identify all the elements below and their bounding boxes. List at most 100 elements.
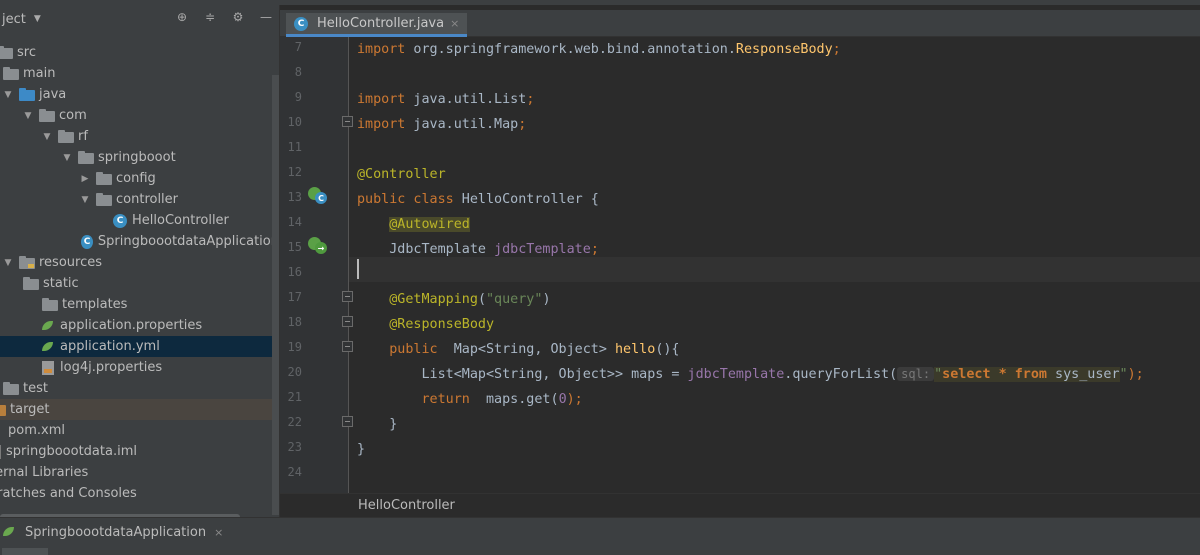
tree-item-label: templates <box>62 297 128 312</box>
properties-file-icon <box>42 360 54 375</box>
maven-file-icon <box>0 424 3 438</box>
code-line-15: JdbcTemplate jdbcTemplate; <box>389 242 599 257</box>
tree-item-label: springboootdata.iml <box>6 444 137 459</box>
tree-item-label: target <box>10 402 50 417</box>
code-line-9: import java.util.List; <box>357 92 535 107</box>
tree-item[interactable]: templates <box>0 294 279 315</box>
line-number: 9 <box>294 90 302 104</box>
code-line-20: List<Map<String, Object>> maps = jdbcTem… <box>421 367 1144 382</box>
tree-item[interactable]: ▼ springbooot <box>0 147 279 168</box>
line-number: 23 <box>287 440 302 454</box>
line-number: 7 <box>294 40 302 54</box>
autowired-navigate-gutter-icon[interactable]: → <box>308 237 328 255</box>
fold-marker-icon[interactable] <box>342 316 353 327</box>
module-file-icon <box>0 444 1 459</box>
collapse-arrow-icon[interactable]: ▶ <box>80 174 90 184</box>
line-number: 16 <box>287 265 302 279</box>
tree-item-label: java <box>39 87 67 102</box>
tree-item[interactable]: ▼ controller <box>0 189 279 210</box>
tree-item[interactable]: ▼ com <box>0 105 279 126</box>
source-folder-icon <box>19 87 35 101</box>
expand-arrow-icon[interactable]: ▼ <box>23 111 33 121</box>
line-number: 21 <box>287 390 302 404</box>
tree-item[interactable]: log4j.properties <box>0 357 279 378</box>
tree-item-label: controller <box>116 192 179 207</box>
code-line-7: import org.springframework.web.bind.anno… <box>357 42 841 57</box>
line-number: 22 <box>287 415 302 429</box>
run-subtab[interactable] <box>2 548 48 555</box>
fold-marker-icon[interactable] <box>342 341 353 352</box>
run-subtab[interactable] <box>58 548 104 555</box>
tree-item[interactable]: ternal Libraries <box>0 462 279 483</box>
line-number: 8 <box>294 65 302 79</box>
vertical-scrollbar[interactable] <box>272 75 279 515</box>
spring-bean-gutter-icon[interactable]: C <box>308 187 328 205</box>
tree-item[interactable]: ▼ resources <box>0 252 279 273</box>
tree-item[interactable]: ▼ rf <box>0 126 279 147</box>
tree-item[interactable]: springboootdata.iml <box>0 441 279 462</box>
tree-item[interactable]: ▶ config <box>0 168 279 189</box>
project-panel-header: ject ▼ ⊕ ≑ ⚙ — <box>0 5 279 33</box>
tree-item[interactable]: ▼ java <box>0 84 279 105</box>
project-tree: src main ▼ java ▼ com ▼ rf ▼ springbooot ▶ config ▼ c… <box>0 42 279 504</box>
minimize-icon[interactable]: — <box>259 10 273 24</box>
close-icon[interactable]: × <box>214 526 223 539</box>
tab-hellocontroller[interactable]: C HelloController.java × <box>286 13 468 37</box>
folder-icon <box>39 108 55 122</box>
folder-icon <box>96 171 112 185</box>
locate-target-icon[interactable]: ⊕ <box>175 10 189 24</box>
line-number: 19 <box>287 340 302 354</box>
folder-icon <box>96 192 112 206</box>
tree-item[interactable]: C HelloController <box>0 210 279 231</box>
tree-item[interactable]: C SpringboootdataApplication <box>0 231 279 252</box>
gear-icon[interactable]: ⚙ <box>231 10 245 24</box>
tree-item[interactable]: target <box>0 399 279 420</box>
spring-boot-class-icon: C <box>81 234 93 249</box>
close-icon[interactable]: × <box>450 17 459 30</box>
run-panel: SpringboootdataApplication × <box>0 517 1200 555</box>
tree-item[interactable]: static <box>0 273 279 294</box>
resources-folder-icon <box>19 255 35 269</box>
tree-item-label: static <box>43 276 79 291</box>
code-line-10: import java.util.Map; <box>357 117 527 132</box>
code-line-18: @ResponseBody <box>389 317 495 332</box>
expand-arrow-icon[interactable]: ▼ <box>3 258 13 268</box>
breadcrumb-item[interactable]: HelloController <box>358 498 455 513</box>
expand-arrow-icon[interactable]: ▼ <box>3 90 13 100</box>
collapse-all-icon[interactable]: ≑ <box>203 10 217 24</box>
tree-item-label: com <box>59 108 87 123</box>
line-number: 24 <box>287 465 302 479</box>
code-line-19: public Map<String, Object> hello(){ <box>389 342 680 357</box>
tree-item-label: main <box>23 66 56 81</box>
tree-item-label: test <box>23 381 48 396</box>
code-line-22: } <box>389 417 398 432</box>
spring-boot-icon <box>2 525 16 539</box>
class-icon: C <box>113 213 127 228</box>
fold-marker-icon[interactable] <box>342 116 353 127</box>
expand-arrow-icon[interactable]: ▼ <box>42 132 52 142</box>
line-number: 13 <box>287 190 302 204</box>
chevron-down-icon[interactable]: ▼ <box>34 14 41 24</box>
run-subtabs <box>0 548 1200 555</box>
tree-item[interactable]: src <box>0 42 279 63</box>
expand-arrow-icon[interactable]: ▼ <box>62 153 72 163</box>
tree-item[interactable]: application.yml <box>0 336 279 357</box>
tree-item[interactable]: application.properties <box>0 315 279 336</box>
tree-item[interactable]: pom.xml <box>0 420 279 441</box>
tree-item-label: resources <box>39 255 103 270</box>
tree-item[interactable]: test <box>0 378 279 399</box>
tree-item-label: springbooot <box>98 150 176 165</box>
run-tab-springboootdataapplication[interactable]: SpringboootdataApplication × <box>0 520 223 544</box>
tree-item[interactable]: cratches and Consoles <box>0 483 279 504</box>
tree-item-label: log4j.properties <box>60 360 163 375</box>
folder-icon <box>42 297 58 311</box>
code-line-14: @Autowired <box>389 217 470 232</box>
tree-item-label: application.properties <box>60 318 203 333</box>
project-view-selector[interactable]: ject <box>2 12 26 27</box>
line-number: 15 <box>287 240 302 254</box>
fold-marker-icon[interactable] <box>342 291 353 302</box>
fold-marker-icon[interactable] <box>342 416 353 427</box>
expand-arrow-icon[interactable]: ▼ <box>80 195 90 205</box>
tree-item[interactable]: main <box>0 63 279 84</box>
line-number: 17 <box>287 290 302 304</box>
